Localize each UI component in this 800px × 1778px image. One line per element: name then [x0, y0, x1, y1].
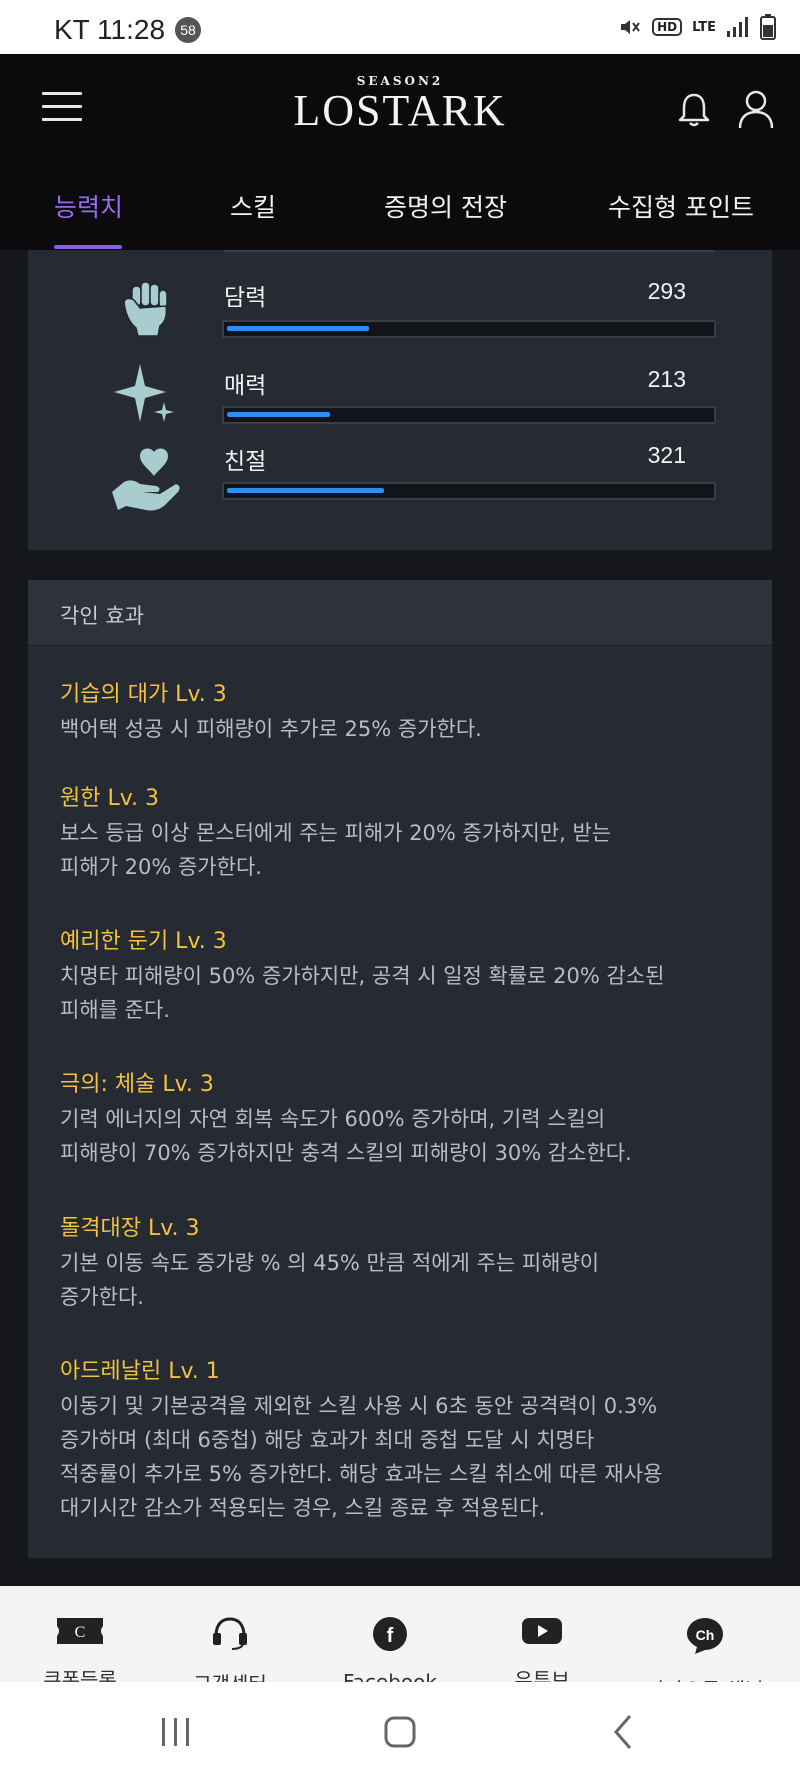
active-tab-indicator [54, 245, 122, 249]
engraving-title: 각인 효과 [60, 604, 144, 628]
app-header: SEASON2 LOSTARK [0, 54, 800, 160]
footer-label: 고객센터 [150, 1668, 310, 1682]
sparkle-icon [114, 364, 174, 422]
engraving-effect: 예리한 둔기 Lv. 3 치명타 피해량이 50% 증가하지만, 공격 시 일정… [60, 925, 750, 1027]
stat-progress-bar [222, 406, 716, 424]
heart-hand-icon [112, 448, 180, 511]
user-icon[interactable] [736, 88, 776, 130]
notification-badge: 58 [175, 17, 202, 43]
footer-facebook[interactable]: f Facebook [310, 1616, 470, 1682]
hamburger-menu-icon[interactable] [42, 92, 82, 122]
stat-label: 담력 [224, 285, 267, 311]
engraving-effect: 돌격대장 Lv. 3 기본 이동 속도 증가량 % 의 45% 만큼 적에게 주… [60, 1212, 750, 1314]
kakao-channel-icon: Ch [687, 1618, 723, 1654]
engraving-desc: 보스 등급 이상 몬스터에게 주는 피해가 20% 증가하지만, 받는 피해가 … [60, 821, 612, 879]
stat-row-courage: 담력 293 [28, 272, 772, 362]
stat-row-charisma: 매력 213 [28, 360, 772, 450]
engraving-effect: 아드레날린 Lv. 1 이동기 및 기본공격을 제외한 스킬 사용 시 6초 동… [60, 1355, 750, 1525]
stat-label: 매력 [224, 373, 267, 399]
bell-icon[interactable] [674, 90, 714, 130]
recent-apps-icon[interactable] [156, 1712, 196, 1752]
svg-text:f: f [387, 1625, 394, 1647]
engraving-desc: 백어택 성공 시 피해량이 추가로 25% 증가한다. [60, 717, 482, 741]
svg-text:Ch: Ch [696, 1627, 715, 1643]
engraving-desc: 이동기 및 기본공격을 제외한 스킬 사용 시 6초 동안 공격력이 0.3% … [60, 1394, 663, 1520]
engraving-effect: 원한 Lv. 3 보스 등급 이상 몬스터에게 주는 피해가 20% 증가하지만… [60, 782, 750, 884]
youtube-icon [522, 1618, 562, 1644]
site-footer: C 쿠폰등록 고객센터 f Facebook 유튜브 Ch 카카오톡 채널 [0, 1586, 800, 1682]
footer-label: Facebook [343, 1670, 437, 1682]
home-icon[interactable] [380, 1712, 420, 1752]
engraving-name: 돌격대장 Lv. 3 [60, 1216, 200, 1241]
stat-progress-bar [222, 320, 716, 338]
fist-icon [123, 281, 168, 337]
stat-value: 213 [647, 366, 686, 392]
facebook-icon: f [373, 1617, 407, 1651]
engraving-effects-panel: 각인 효과 기습의 대가 Lv. 3 백어택 성공 시 피해량이 추가로 25%… [28, 580, 772, 1558]
signal-icon [727, 17, 748, 37]
footer-label: 쿠폰등록 [43, 1668, 117, 1682]
engraving-name: 예리한 둔기 Lv. 3 [60, 929, 227, 954]
logo-text: LOSTARK [293, 86, 507, 135]
engraving-desc: 기력 에너지의 자연 회복 속도가 600% 증가하며, 기력 스킬의 피해량이… [60, 1107, 632, 1165]
divider [224, 250, 714, 252]
engraving-name: 원한 Lv. 3 [60, 786, 160, 811]
engraving-effect: 극의: 체술 Lv. 3 기력 에너지의 자연 회복 속도가 600% 증가하며… [60, 1068, 750, 1170]
status-left: KT 11:28 58 [54, 14, 202, 46]
stat-progress-fill [227, 488, 384, 493]
lostark-logo[interactable]: SEASON2 LOSTARK [290, 74, 510, 144]
headset-icon [213, 1617, 247, 1650]
stat-value: 321 [647, 442, 686, 468]
lte-icon: LTE [692, 19, 716, 35]
footer-kakao-channel[interactable]: Ch 카카오톡 채널 [625, 1616, 785, 1682]
footer-support[interactable]: 고객센터 [150, 1616, 310, 1682]
tab-collectibles[interactable]: 수집형 포인트 [608, 188, 754, 224]
back-icon[interactable] [604, 1712, 644, 1752]
tab-bar: 능력치 스킬 증명의 전장 수집형 포인트 [0, 160, 800, 250]
svg-text:C: C [75, 1624, 86, 1641]
footer-label: 카카오톡 채널 [625, 1674, 785, 1682]
tendency-stats-panel: 담력 293 매력 213 친절 321 [28, 250, 772, 550]
system-nav-bar [0, 1682, 800, 1778]
status-bar: KT 11:28 58 HD LTE [0, 0, 800, 54]
hd-icon: HD [652, 18, 683, 36]
mute-icon [621, 20, 640, 34]
footer-label: 유튜브 [514, 1668, 570, 1682]
tab-skills[interactable]: 스킬 [230, 188, 276, 224]
tab-proving-grounds[interactable]: 증명의 전장 [384, 188, 507, 224]
footer-coupon[interactable]: C 쿠폰등록 [0, 1616, 160, 1682]
status-icons: HD LTE [618, 14, 776, 40]
engraving-name: 기습의 대가 Lv. 3 [60, 682, 227, 707]
carrier-time: KT 11:28 [54, 14, 166, 45]
stat-progress-fill [227, 412, 330, 417]
engraving-name: 아드레날린 Lv. 1 [60, 1359, 220, 1384]
engraving-desc: 기본 이동 속도 증가량 % 의 45% 만큼 적에게 주는 피해량이 증가한다… [60, 1251, 600, 1309]
stat-progress-fill [227, 326, 370, 331]
stat-progress-bar [222, 482, 716, 500]
engraving-desc: 치명타 피해량이 50% 증가하지만, 공격 시 일정 확률로 20% 감소된 … [60, 964, 665, 1022]
engraving-header: 각인 효과 [28, 580, 772, 646]
stat-value: 293 [647, 278, 686, 304]
footer-youtube[interactable]: 유튜브 [462, 1616, 622, 1682]
tab-stats[interactable]: 능력치 [54, 188, 123, 224]
coupon-icon: C [57, 1618, 103, 1644]
battery-icon [760, 14, 776, 40]
stat-label: 친절 [224, 449, 267, 475]
engraving-name: 극의: 체술 Lv. 3 [60, 1072, 214, 1097]
stat-row-kindness: 친절 321 [28, 442, 772, 536]
engraving-effect: 기습의 대가 Lv. 3 백어택 성공 시 피해량이 추가로 25% 증가한다. [60, 678, 750, 746]
